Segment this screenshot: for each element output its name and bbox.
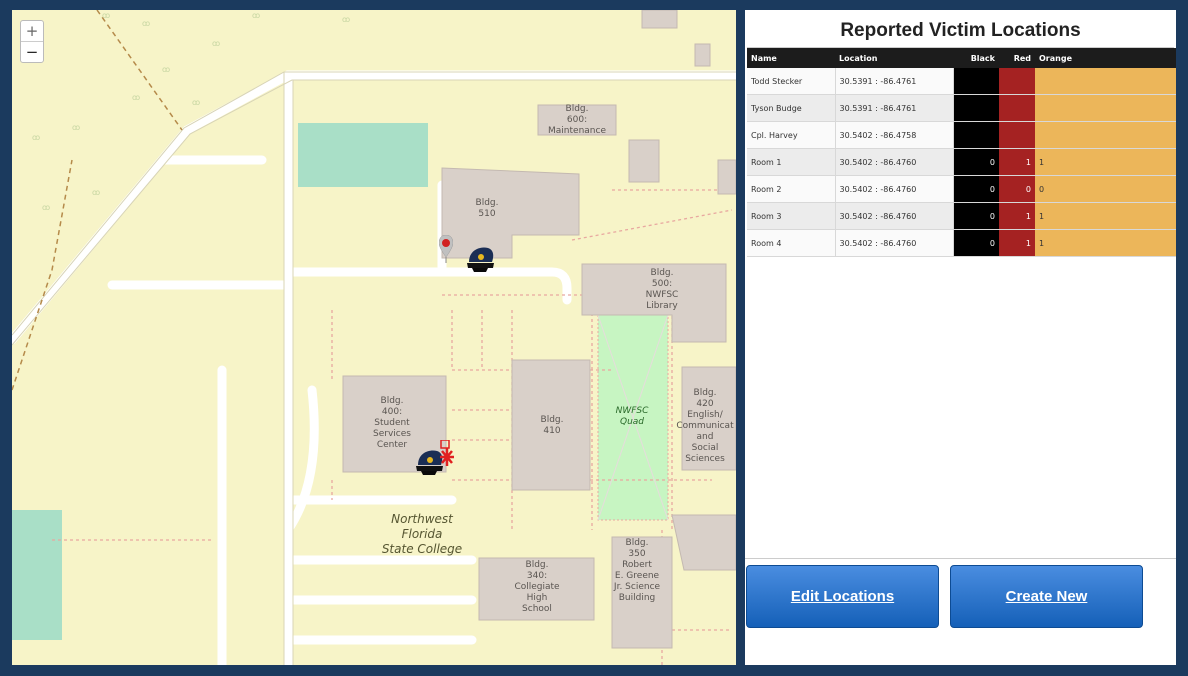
table-row[interactable]: Room 3 30.5402 : -86.4760 0 1 1 [747,202,1176,230]
cell-red-count [999,94,1035,122]
panel-title: Reported Victim Locations [840,20,1081,41]
building-510-label: Bldg. 510 [475,198,499,219]
cell-name: Room 2 [747,175,836,203]
cell-name: Cpl. Harvey [747,121,836,149]
cell-name: Room 1 [747,148,836,176]
cell-name: Todd Stecker [747,68,836,95]
cell-name: Tyson Budge [747,94,836,122]
svg-text:ꝏ: ꝏ [92,188,100,197]
cell-red-count: 0 [999,175,1035,203]
table-row[interactable]: Cpl. Harvey 30.5402 : -86.4758 [747,121,1176,149]
cell-orange-count [1035,121,1176,149]
table-header-row: Name Location Black Red Orange [747,48,1176,68]
column-header-location[interactable]: Location [835,48,953,68]
building-410-label: Bldg. 410 [540,415,564,436]
building-340-label: Bldg. 340: Collegiate High School [514,560,560,614]
cell-location: 30.5402 : -86.4760 [835,202,954,230]
table-row[interactable]: Room 2 30.5402 : -86.4760 0 0 0 [747,175,1176,203]
cell-red-count [999,121,1035,149]
cell-red-count: 1 [999,229,1035,257]
svg-text:ꝏ: ꝏ [142,19,150,28]
cell-location: 30.5391 : -86.4761 [835,68,954,95]
edit-locations-button[interactable]: Edit Locations [746,565,939,628]
cell-orange-count: 1 [1035,148,1176,176]
table-row[interactable]: Tyson Budge 30.5391 : -86.4761 [747,94,1176,122]
cell-black-count: 0 [953,202,999,230]
column-header-black[interactable]: Black [953,48,999,68]
column-header-red[interactable]: Red [999,48,1035,68]
zoom-out-button[interactable]: − [21,41,43,62]
cell-black-count [953,121,999,149]
table-row[interactable]: Room 4 30.5402 : -86.4760 0 1 1 [747,229,1176,257]
building-500-label: Bldg. 500: NWFSC Library [645,268,679,311]
building-600-label: Bldg. 600: Maintenance [548,104,606,136]
building-420-label: Bldg. 420 English/ Communicat and Social… [676,388,734,464]
cell-black-count: 0 [953,148,999,176]
cell-black-count [953,94,999,122]
cell-location: 30.5391 : -86.4761 [835,94,954,122]
zoom-in-button[interactable]: + [21,21,43,41]
cell-name: Room 4 [747,229,836,257]
create-new-button[interactable]: Create New [950,565,1143,628]
building-400-label: Bldg. 400: Student Services Center [373,396,411,450]
quad-label: NWFSC Quad [615,406,649,427]
column-header-orange[interactable]: Orange [1035,48,1176,68]
svg-text:ꝏ: ꝏ [252,11,260,20]
cell-orange-count: 1 [1035,202,1176,230]
cell-black-count [953,68,999,95]
svg-text:ꝏ: ꝏ [212,39,220,48]
column-header-name[interactable]: Name [747,48,835,68]
svg-text:ꝏ: ꝏ [32,133,40,142]
svg-text:ꝏ: ꝏ [72,123,80,132]
cell-red-count: 1 [999,148,1035,176]
cell-location: 30.5402 : -86.4760 [835,175,954,203]
cell-name: Room 3 [747,202,836,230]
cell-red-count: 1 [999,202,1035,230]
cell-location: 30.5402 : -86.4760 [835,229,954,257]
victim-panel: Reported Victim Locations Name Location … [745,10,1176,665]
svg-text:ꝏ: ꝏ [102,11,110,20]
cell-location: 30.5402 : -86.4760 [835,148,954,176]
svg-text:ꝏ: ꝏ [192,98,200,107]
cell-orange-count [1035,68,1176,95]
zoom-control: + − [20,20,44,63]
campus-map[interactable]: ꝏ ꝏ ꝏ ꝏ ꝏ ꝏ ꝏ ꝏ ꝏ ꝏ ꝏ ꝏ + − Bldg. 600: Maintenan… [12,10,736,665]
svg-text:ꝏ: ꝏ [42,203,50,212]
cell-orange-count: 0 [1035,175,1176,203]
svg-text:ꝏ: ꝏ [162,65,170,74]
cell-black-count: 0 [953,229,999,257]
svg-text:ꝏ: ꝏ [132,93,140,102]
cell-orange-count [1035,94,1176,122]
victim-table: Name Location Black Red Orange Todd Stec… [747,48,1176,257]
campus-label: Northwest Florida State College [381,512,463,556]
cell-orange-count: 1 [1035,229,1176,257]
panel-divider [745,558,1176,559]
cell-red-count [999,68,1035,95]
table-row[interactable]: Todd Stecker 30.5391 : -86.4761 [747,68,1176,95]
svg-text:ꝏ: ꝏ [342,15,350,24]
cell-black-count: 0 [953,175,999,203]
cell-location: 30.5402 : -86.4758 [835,121,954,149]
building-350-label: Bldg. 350 Robert E. Greene Jr. Science B… [613,538,661,603]
table-row[interactable]: Room 1 30.5402 : -86.4760 0 1 1 [747,148,1176,176]
